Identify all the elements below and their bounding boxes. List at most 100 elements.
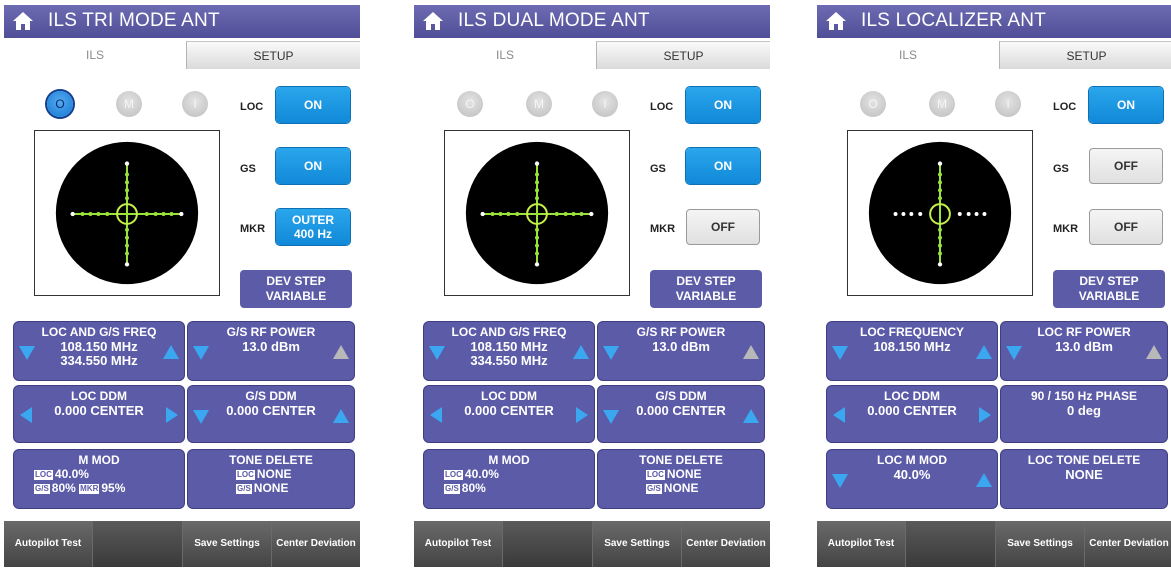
page-title: ILS DUAL MODE ANT bbox=[458, 10, 650, 31]
loc-toggle-button[interactable]: ON bbox=[686, 87, 760, 123]
panel-value: 0.000 CENTER bbox=[867, 403, 957, 418]
autopilot-test-button[interactable]: Autopilot Test bbox=[817, 521, 906, 567]
phase-panel[interactable]: 90 / 150 Hz PHASE 0 deg bbox=[1001, 386, 1167, 442]
bottom-toolbar: Autopilot Test Save Settings Center Devi… bbox=[817, 521, 1171, 567]
dev-step-button[interactable]: DEV STEP VARIABLE bbox=[240, 270, 352, 308]
triangle-up-icon[interactable] bbox=[743, 345, 759, 359]
ils-dual-mode-screen: ILS DUAL MODE ANT ILS SETUP O M I LOC ON… bbox=[414, 5, 770, 567]
triangle-up-icon[interactable] bbox=[976, 473, 992, 487]
gs-tone-value: NONE bbox=[663, 481, 699, 495]
tone-delete-gs-line: G/S NONE bbox=[646, 481, 698, 495]
loc-tag: LOC bbox=[236, 470, 255, 480]
tab-setup[interactable]: SETUP bbox=[999, 41, 1171, 69]
tab-ils[interactable]: ILS bbox=[414, 41, 596, 69]
triangle-right-icon[interactable] bbox=[576, 407, 588, 423]
gs-toggle-button[interactable]: ON bbox=[276, 148, 350, 184]
loc-frequency-panel[interactable]: LOC FREQUENCY 108.150 MHz bbox=[827, 322, 997, 380]
loc-toggle-button[interactable]: ON bbox=[276, 87, 350, 123]
autopilot-test-button[interactable]: Autopilot Test bbox=[4, 521, 93, 567]
empty-softkey[interactable] bbox=[503, 521, 593, 567]
autopilot-test-button[interactable]: Autopilot Test bbox=[414, 521, 503, 567]
panel-value: 13.0 dBm bbox=[652, 339, 710, 354]
panel-value: 0.000 CENTER bbox=[464, 403, 554, 418]
gs-toggle-button[interactable]: OFF bbox=[1089, 148, 1163, 184]
tone-delete-panel[interactable]: TONE DELETE LOC NONE G/S NONE bbox=[598, 450, 764, 508]
deviation-display bbox=[444, 130, 630, 296]
loc-ddm-panel[interactable]: LOC DDM 0.000 CENTER bbox=[827, 386, 997, 442]
deviation-display bbox=[34, 130, 220, 296]
loc-mod-value: 40.0% bbox=[464, 467, 499, 481]
center-deviation-button[interactable]: Center Deviation bbox=[1085, 521, 1171, 567]
panel-value-secondary: 334.550 MHz bbox=[60, 353, 138, 368]
ils-tri-mode-screen: ILS TRI MODE ANT ILS SETUP O M I LOC ON … bbox=[4, 5, 360, 567]
panel-title: TONE DELETE bbox=[639, 453, 723, 467]
m-mod-panel[interactable]: M MOD LOC 40.0% G/S 80% bbox=[424, 450, 594, 508]
triangle-up-icon[interactable] bbox=[333, 409, 349, 423]
panel-title: LOC DDM bbox=[481, 389, 537, 403]
loc-m-mod-panel[interactable]: LOC M MOD 40.0% bbox=[827, 450, 997, 508]
gs-rf-power-panel[interactable]: G/S RF POWER 13.0 dBm bbox=[188, 322, 354, 380]
tab-setup[interactable]: SETUP bbox=[186, 41, 360, 69]
crosshair-scope-icon bbox=[868, 141, 1012, 285]
mkr-toggle-button[interactable]: OFF bbox=[1089, 209, 1163, 245]
loc-label: LOC bbox=[240, 101, 264, 113]
gs-ddm-panel[interactable]: G/S DDM 0.000 CENTER bbox=[188, 386, 354, 442]
gs-label: GS bbox=[650, 163, 666, 175]
triangle-up-icon[interactable] bbox=[743, 409, 759, 423]
panel-title: LOC TONE DELETE bbox=[1027, 453, 1141, 467]
save-settings-button[interactable]: Save Settings bbox=[183, 521, 272, 567]
empty-softkey[interactable] bbox=[93, 521, 183, 567]
m-mod-gs-line: G/S 80% bbox=[444, 481, 486, 495]
loc-tone-delete-panel[interactable]: LOC TONE DELETE NONE bbox=[1001, 450, 1167, 508]
save-settings-button[interactable]: Save Settings bbox=[996, 521, 1085, 567]
empty-softkey[interactable] bbox=[906, 521, 996, 567]
home-icon[interactable] bbox=[825, 11, 847, 31]
save-settings-button[interactable]: Save Settings bbox=[593, 521, 682, 567]
loc-ddm-panel[interactable]: LOC DDM 0.000 CENTER bbox=[424, 386, 594, 442]
dev-step-button[interactable]: DEV STEP VARIABLE bbox=[650, 270, 762, 308]
loc-gs-freq-panel[interactable]: LOC AND G/S FREQ 108.150 MHz 334.550 MHz bbox=[14, 322, 184, 380]
mkr-tag: MKR bbox=[79, 484, 100, 494]
page-title: ILS LOCALIZER ANT bbox=[861, 10, 1047, 31]
dev-step-button[interactable]: DEV STEP VARIABLE bbox=[1053, 270, 1165, 308]
triangle-up-icon[interactable] bbox=[1146, 345, 1162, 359]
triangle-right-icon[interactable] bbox=[979, 407, 991, 423]
loc-label: LOC bbox=[650, 101, 674, 113]
panel-title: LOC RF POWER bbox=[1037, 325, 1131, 339]
mkr-toggle-button[interactable]: OUTER 400 Hz bbox=[276, 209, 350, 245]
panel-title: LOC FREQUENCY bbox=[859, 325, 964, 339]
m-mod-panel[interactable]: M MOD LOC 40.0% G/S 80% MKR 95% bbox=[14, 450, 184, 508]
marker-outer-indicator: O bbox=[457, 91, 483, 117]
loc-toggle-button[interactable]: ON bbox=[1089, 87, 1163, 123]
triangle-up-icon[interactable] bbox=[163, 345, 179, 359]
center-deviation-button[interactable]: Center Deviation bbox=[682, 521, 770, 567]
tab-bar: ILS SETUP bbox=[414, 41, 770, 69]
triangle-up-icon[interactable] bbox=[573, 345, 589, 359]
mkr-toggle-button[interactable]: OFF bbox=[686, 209, 760, 245]
gs-toggle-button[interactable]: ON bbox=[686, 148, 760, 184]
gs-ddm-panel[interactable]: G/S DDM 0.000 CENTER bbox=[598, 386, 764, 442]
tab-ils[interactable]: ILS bbox=[817, 41, 999, 69]
gs-mod-value: 80% bbox=[461, 481, 486, 495]
tone-delete-panel[interactable]: TONE DELETE LOC NONE G/S NONE bbox=[188, 450, 354, 508]
tab-setup[interactable]: SETUP bbox=[596, 41, 770, 69]
tab-ils[interactable]: ILS bbox=[4, 41, 186, 69]
triangle-right-icon[interactable] bbox=[166, 407, 178, 423]
gs-rf-power-panel[interactable]: G/S RF POWER 13.0 dBm bbox=[598, 322, 764, 380]
center-deviation-button[interactable]: Center Deviation bbox=[272, 521, 360, 567]
triangle-up-icon[interactable] bbox=[976, 345, 992, 359]
gs-mod-value: 80% bbox=[51, 481, 76, 495]
loc-gs-freq-panel[interactable]: LOC AND G/S FREQ 108.150 MHz 334.550 MHz bbox=[424, 322, 594, 380]
gs-tag: G/S bbox=[646, 484, 662, 494]
loc-tag: LOC bbox=[444, 470, 463, 480]
dev-step-line1: DEV STEP bbox=[1079, 274, 1139, 288]
panel-title: G/S DDM bbox=[655, 389, 707, 403]
home-icon[interactable] bbox=[422, 11, 444, 31]
loc-tag: LOC bbox=[34, 470, 53, 480]
loc-ddm-panel[interactable]: LOC DDM 0.000 CENTER bbox=[14, 386, 184, 442]
triangle-up-icon[interactable] bbox=[333, 345, 349, 359]
loc-rf-power-panel[interactable]: LOC RF POWER 13.0 dBm bbox=[1001, 322, 1167, 380]
mkr-label: MKR bbox=[1053, 223, 1079, 235]
home-icon[interactable] bbox=[12, 11, 34, 31]
mkr-value-line1: OUTER bbox=[292, 213, 334, 227]
